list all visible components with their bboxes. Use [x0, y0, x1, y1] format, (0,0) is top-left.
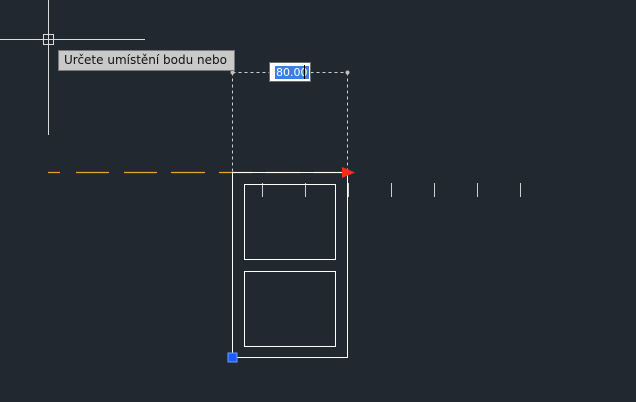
window-geometry[interactable]: [232, 172, 348, 358]
dynamic-input-field[interactable]: 80.00: [269, 62, 311, 82]
window-lower-pane: [244, 271, 336, 347]
dimension-endpoint-left: [230, 70, 235, 75]
tick-marks: [262, 183, 521, 197]
dimension-endpoint-right: [345, 70, 350, 75]
arrow-right-icon: [342, 167, 355, 178]
command-prompt-tooltip: Určete umístění bodu nebo: [58, 50, 235, 71]
dimension-lines: [232, 72, 348, 172]
text-caret: [304, 65, 305, 79]
square-grip-icon[interactable]: [227, 352, 238, 363]
window-upper-pane: [244, 184, 336, 260]
window-outer-frame: [232, 172, 348, 358]
